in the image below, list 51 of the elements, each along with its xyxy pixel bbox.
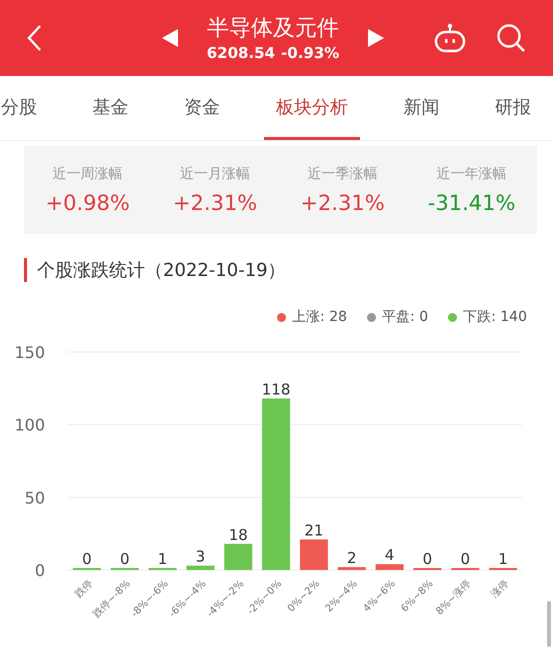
previous-icon[interactable] — [162, 29, 178, 47]
next-icon[interactable] — [368, 29, 384, 47]
bar-value-label: 21 — [304, 521, 324, 540]
back-icon[interactable] — [26, 24, 42, 52]
stat-value: -31.41% — [428, 191, 516, 215]
y-tick-label: 100 — [14, 416, 45, 435]
tab[interactable]: 基金 — [80, 76, 141, 140]
tab[interactable]: 分股 — [0, 76, 49, 140]
bar-value-label: 0 — [422, 550, 432, 568]
stat-label: 近一月涨幅 — [180, 165, 250, 183]
tab[interactable]: 资金 — [172, 76, 232, 140]
bar — [376, 564, 404, 570]
bar-value-label: 2 — [346, 549, 357, 568]
bar — [300, 539, 328, 570]
bar-value-label: 0 — [120, 550, 130, 568]
bar-value-label: 3 — [196, 548, 206, 566]
stat-label: 近一季涨幅 — [308, 165, 378, 183]
section-marker — [24, 258, 27, 282]
stat-value: +0.98% — [46, 191, 130, 215]
robot-icon[interactable] — [434, 23, 466, 53]
bar-value-label: 0 — [460, 550, 470, 568]
legend-label: 下跌: 140 — [463, 308, 527, 326]
stat-value: +2.31% — [300, 191, 385, 215]
bar — [338, 567, 366, 570]
bar-value-label: 0 — [82, 550, 92, 568]
x-axis-label: 涨停 — [489, 578, 512, 600]
search-icon[interactable] — [496, 23, 526, 53]
stat-label: 近一周涨幅 — [52, 165, 123, 183]
legend-label: 上涨: 28 — [292, 308, 348, 326]
y-tick-label: 50 — [24, 488, 45, 508]
bar-value-label: 18 — [228, 526, 248, 544]
tab[interactable]: 板块分析 — [264, 76, 360, 140]
bar-value-label: 118 — [262, 380, 290, 398]
bar-value-label: 1 — [158, 550, 168, 568]
tab[interactable]: 研报 — [482, 76, 543, 140]
scrollbar[interactable] — [547, 601, 551, 647]
tab[interactable]: 新闻 — [391, 76, 452, 140]
bar-value-label: 4 — [384, 546, 394, 564]
index-change: -0.93% — [281, 44, 340, 62]
y-tick-label: 150 — [14, 343, 45, 362]
stat-label: 近一年涨幅 — [436, 165, 507, 183]
section-title: 个股涨跌统计（2022-10-19） — [37, 259, 286, 282]
index-price: 6208.54 — [206, 44, 276, 62]
legend-label: 平盘: 0 — [382, 308, 428, 326]
bar-value-label: 1 — [498, 550, 508, 568]
bar — [186, 566, 214, 570]
x-axis-label: 跌停 — [73, 578, 96, 600]
sector-title: 半导体及元件 — [207, 15, 339, 43]
bar — [224, 544, 252, 570]
y-tick-label: 0 — [34, 561, 45, 580]
stat-value: +2.31% — [172, 191, 258, 215]
